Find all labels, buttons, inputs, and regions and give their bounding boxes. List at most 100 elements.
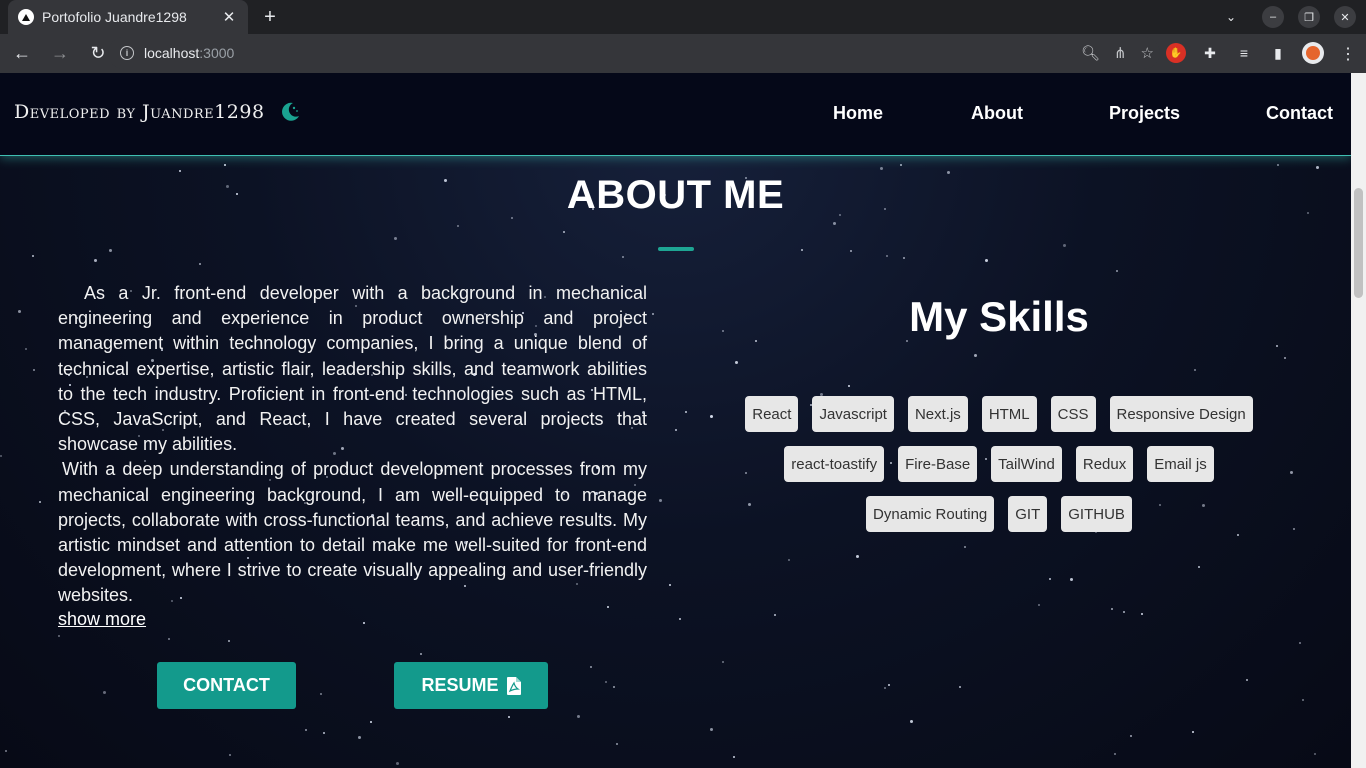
skills-row-2: react-toastify Fire-Base TailWind Redux … [700, 446, 1298, 482]
star [605, 681, 607, 683]
site-navbar: Developed by Juandre1298 Home About Proj… [0, 73, 1351, 156]
extensions-puzzle-icon[interactable]: ✚ [1200, 43, 1220, 63]
skill-chip: HTML [981, 396, 1037, 432]
site-info-icon[interactable]: i [120, 46, 134, 60]
star [396, 762, 399, 765]
star [886, 255, 888, 257]
media-queue-icon[interactable]: ≡ [1234, 43, 1254, 63]
star [622, 256, 624, 258]
skill-chip: Next.js [907, 396, 968, 432]
skill-chip: GITHUB [1061, 496, 1132, 532]
address-bar[interactable]: i localhost :3000 🔍︎ ⋔ ☆ [108, 37, 1160, 69]
star [985, 259, 988, 262]
page-viewport: Developed by Juandre1298 Home About Proj… [0, 73, 1351, 768]
star [774, 614, 776, 616]
zoom-icon[interactable]: 🔍︎ [1081, 44, 1100, 62]
nav-home[interactable]: Home [833, 103, 883, 124]
brand-text: Developed by Juandre1298 [14, 101, 265, 123]
browser-tab[interactable]: Portofolio Juandre1298 ✕ [8, 0, 248, 34]
contact-button[interactable]: CONTACT [157, 662, 296, 709]
window-controls: ⌄ – ❐ ✕ [1220, 6, 1356, 28]
star [616, 743, 618, 745]
resume-button[interactable]: RESUME [394, 662, 548, 709]
adblock-extension-icon[interactable]: ✋ [1166, 43, 1186, 63]
skills-row-3: Dynamic Routing GIT GITHUB [700, 496, 1298, 532]
star [856, 555, 859, 558]
star [33, 369, 35, 371]
star [1299, 642, 1301, 644]
skill-chip: Redux [1075, 446, 1134, 482]
star [563, 231, 565, 233]
star [323, 732, 325, 734]
about-paragraph-1: As a Jr. front-end developer with a back… [58, 283, 647, 455]
star [420, 653, 422, 655]
star [1198, 566, 1200, 568]
star [508, 716, 510, 718]
about-heading: ABOUT ME [566, 173, 785, 217]
star [1141, 613, 1143, 615]
skills-row-1: React Javascript Next.js HTML CSS Respon… [700, 396, 1298, 432]
star [652, 313, 654, 315]
star [103, 691, 106, 694]
skill-chip: CSS [1050, 396, 1096, 432]
star [613, 686, 615, 688]
star [358, 736, 361, 739]
scrollbar-thumb[interactable] [1354, 188, 1363, 298]
page-scrollbar[interactable] [1351, 73, 1366, 768]
url-port: :3000 [199, 45, 235, 61]
star [1302, 699, 1304, 701]
back-button[interactable]: ← [6, 38, 38, 70]
star [394, 237, 397, 240]
site-favicon-icon [18, 9, 34, 25]
skill-chip: GIT [1008, 496, 1048, 532]
side-panel-icon[interactable]: ▮ [1268, 43, 1288, 63]
star [735, 361, 738, 364]
star [675, 429, 677, 431]
star [1070, 578, 1073, 581]
contact-button-label: CONTACT [183, 675, 270, 695]
star [5, 750, 7, 752]
restore-button[interactable]: ❐ [1298, 6, 1320, 28]
about-description: As a Jr. front-end developer with a back… [58, 281, 647, 609]
profile-avatar[interactable] [1302, 42, 1324, 64]
skill-chip: Javascript [812, 396, 894, 432]
star [679, 618, 681, 620]
forward-button[interactable]: → [44, 38, 76, 70]
star [910, 720, 913, 723]
close-window-button[interactable]: ✕ [1334, 6, 1356, 28]
minimize-button[interactable]: – [1262, 6, 1284, 28]
star [1114, 753, 1116, 755]
brand-logo[interactable]: Developed by Juandre1298 [14, 101, 301, 123]
star [722, 661, 724, 663]
star [1246, 679, 1248, 681]
star [788, 559, 790, 561]
omnibox-actions: 🔍︎ ⋔ ☆ [1081, 37, 1154, 69]
tab-search-icon[interactable]: ⌄ [1220, 10, 1242, 24]
nav-about[interactable]: About [971, 103, 1023, 124]
star [168, 638, 170, 640]
star [94, 259, 97, 262]
tab-close-icon[interactable]: ✕ [220, 8, 238, 26]
star [833, 222, 836, 225]
moon-logo-icon [281, 102, 299, 121]
star [1123, 611, 1125, 613]
star [880, 167, 883, 170]
nav-contact[interactable]: Contact [1266, 103, 1333, 124]
skill-chip: React [745, 396, 799, 432]
star [1038, 604, 1040, 606]
browser-toolbar: ← → ↻ i localhost :3000 🔍︎ ⋔ ☆ [0, 34, 1366, 73]
browser-menu-icon[interactable]: ⋮ [1340, 44, 1356, 64]
star [457, 225, 459, 227]
bookmark-star-icon[interactable]: ☆ [1141, 44, 1154, 62]
new-tab-button[interactable]: + [258, 5, 282, 29]
nav-projects[interactable]: Projects [1109, 103, 1180, 124]
star [1063, 244, 1066, 247]
star [1194, 369, 1196, 371]
share-icon[interactable]: ⋔ [1114, 44, 1127, 62]
star [1116, 270, 1118, 272]
star [228, 640, 230, 642]
star [669, 584, 671, 586]
star [1314, 753, 1316, 755]
show-more-link[interactable]: show more [58, 609, 146, 630]
about-paragraph-2: With a deep understanding of product dev… [58, 459, 647, 606]
